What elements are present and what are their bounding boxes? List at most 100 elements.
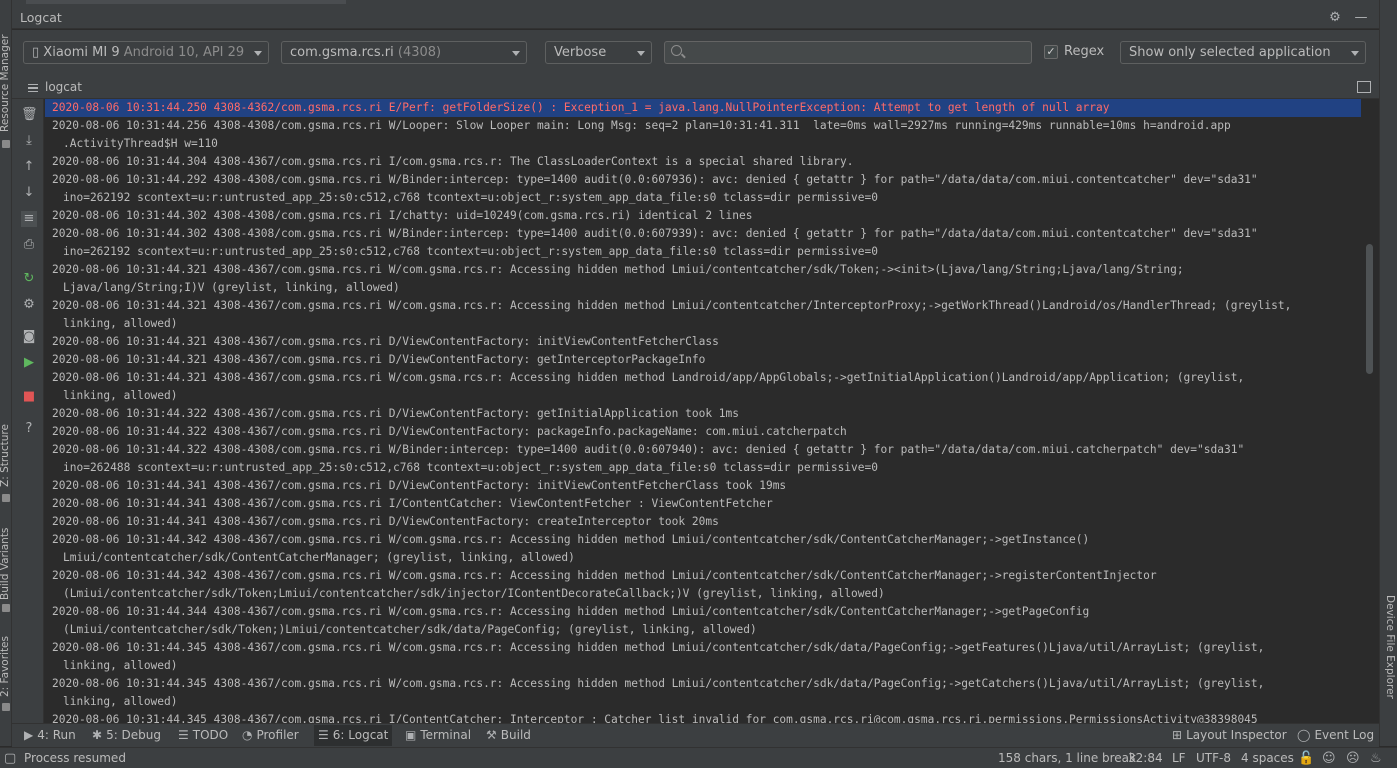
status-message: Process resumed <box>24 751 126 765</box>
log-line[interactable]: 2020-08-06 10:31:44.345 4308-4367/com.gs… <box>45 675 1361 711</box>
tool-window-profiler[interactable]: ◔ Profiler <box>242 728 299 742</box>
favorites-tab[interactable]: 2: Favorites <box>0 636 11 697</box>
todo-icon: ☰ <box>178 728 189 742</box>
log-line[interactable]: 2020-08-06 10:31:44.322 4308-4308/com.gs… <box>45 441 1361 477</box>
tool-window-run[interactable]: ▶ 4: Run <box>24 728 76 742</box>
arrow-down-icon[interactable]: ↓ <box>21 185 37 201</box>
resource-manager-tab[interactable]: Resource Manager <box>0 34 11 132</box>
device-dropdown[interactable]: ▯ Xiaomi MI 9 Android 10, API 29 <box>23 41 269 64</box>
notifications-icon[interactable]: ♨ <box>1370 751 1382 766</box>
log-line[interactable]: 2020-08-06 10:31:44.321 4308-4367/com.gs… <box>45 261 1361 297</box>
regex-checkbox[interactable]: ✓ <box>1044 45 1058 59</box>
lock-icon[interactable]: 🔓 <box>1298 751 1314 766</box>
log-line-continuation: linking, allowed) <box>63 695 178 708</box>
log-line-continuation: linking, allowed) <box>63 389 178 402</box>
tool-window-debug[interactable]: ✱ 5: Debug <box>92 728 161 742</box>
gradle-tab[interactable] <box>26 0 346 4</box>
log-line[interactable]: 2020-08-06 10:31:44.321 4308-4367/com.gs… <box>45 297 1361 333</box>
structure-tab[interactable]: Z: Structure <box>0 424 11 487</box>
log-line[interactable]: 2020-08-06 10:31:44.342 4308-4367/com.gs… <box>45 567 1361 603</box>
filter-toolbar: ▯ Xiaomi MI 9 Android 10, API 29 com.gsm… <box>12 30 1379 76</box>
indent-setting[interactable]: 4 spaces <box>1241 751 1294 765</box>
file-encoding[interactable]: UTF-8 <box>1196 751 1231 765</box>
log-line-text: 2020-08-06 10:31:44.341 4308-4367/com.gs… <box>52 497 773 510</box>
log-line[interactable]: 2020-08-06 10:31:44.321 4308-4367/com.gs… <box>45 351 1361 369</box>
log-line-text: 2020-08-06 10:31:44.250 4308-4362/com.gs… <box>52 101 1110 114</box>
app-filter-dropdown[interactable]: Show only selected application <box>1120 41 1366 64</box>
log-line[interactable]: 2020-08-06 10:31:44.250 4308-4362/com.gs… <box>45 99 1361 117</box>
settings-icon[interactable]: ⚙ <box>21 297 37 313</box>
log-line-text: 2020-08-06 10:31:44.302 4308-4308/com.gs… <box>52 209 753 222</box>
print-icon[interactable]: ⎙ <box>21 237 37 253</box>
log-line[interactable]: 2020-08-06 10:31:44.322 4308-4367/com.gs… <box>45 405 1361 423</box>
tool-window-logcat[interactable]: ☰ 6: Logcat <box>314 725 393 746</box>
logcat-subheader: logcat <box>12 76 1379 99</box>
log-line[interactable]: 2020-08-06 10:31:44.342 4308-4367/com.gs… <box>45 531 1361 567</box>
log-line[interactable]: 2020-08-06 10:31:44.256 4308-4308/com.gs… <box>45 117 1361 153</box>
profiler-icon: ◔ <box>242 728 253 742</box>
log-line[interactable]: 2020-08-06 10:31:44.292 4308-4308/com.gs… <box>45 171 1361 207</box>
log-level-dropdown[interactable]: Verbose <box>545 41 652 64</box>
clear-logcat-icon[interactable]: 🗑 <box>21 107 38 123</box>
tool-window-bar: ▶ 4: Run ✱ 5: Debug ☰ TODO ◔ Profiler ☰ 6: Lo… <box>12 723 1379 747</box>
log-level-value: Verbose <box>554 45 607 60</box>
log-line[interactable]: 2020-08-06 10:31:44.321 4308-4367/com.gs… <box>45 333 1361 351</box>
log-line-text: 2020-08-06 10:31:44.302 4308-4308/com.gs… <box>52 227 1258 240</box>
screen-record-icon[interactable]: ▶ <box>21 355 37 371</box>
logcat-output[interactable]: 2020-08-06 10:31:44.250 4308-4362/com.gs… <box>45 99 1361 723</box>
terminate-icon[interactable]: ■ <box>21 389 37 405</box>
tool-window-layout-inspector[interactable]: ⊞ Layout Inspector <box>1172 728 1287 742</box>
help-icon[interactable]: ? <box>21 421 37 437</box>
menu-icon[interactable] <box>28 84 38 92</box>
app-filter-value: Show only selected application <box>1129 45 1331 60</box>
gear-icon[interactable]: ⚙ <box>1327 10 1343 26</box>
log-line[interactable]: 2020-08-06 10:31:44.344 4308-4367/com.gs… <box>45 603 1361 639</box>
log-line[interactable]: 2020-08-06 10:31:44.304 4308-4367/com.gs… <box>45 153 1361 171</box>
toggle-tool-windows-icon[interactable]: ▢ <box>4 751 16 766</box>
panel-title: Logcat <box>20 10 62 25</box>
line-separator[interactable]: LF <box>1172 751 1186 765</box>
logcat-icon: ☰ <box>318 728 329 742</box>
log-line[interactable]: 2020-08-06 10:31:44.345 4308-4367/com.gs… <box>45 711 1361 723</box>
restart-icon[interactable]: ↻ <box>21 271 37 287</box>
log-line[interactable]: 2020-08-06 10:31:44.302 4308-4308/com.gs… <box>45 207 1361 225</box>
screenshot-icon[interactable]: ◙ <box>21 329 37 345</box>
tool-window-build[interactable]: ⚒ Build <box>486 728 531 742</box>
log-line-text: 2020-08-06 10:31:44.322 4308-4367/com.gs… <box>52 407 740 420</box>
chevron-down-icon <box>254 51 262 56</box>
smile-icon[interactable]: ☺ <box>1322 751 1336 766</box>
layout-icon[interactable] <box>1357 81 1371 93</box>
selection-info: 158 chars, 1 line break <box>998 751 1136 765</box>
log-line-continuation: linking, allowed) <box>63 317 178 330</box>
log-line[interactable]: 2020-08-06 10:31:44.322 4308-4367/com.gs… <box>45 423 1361 441</box>
search-input[interactable] <box>687 44 1027 62</box>
caret-position[interactable]: 32:84 <box>1128 751 1163 765</box>
scrollbar-thumb[interactable] <box>1366 244 1373 374</box>
frown-icon[interactable]: ☹ <box>1346 751 1360 766</box>
device-file-explorer-tab[interactable]: Device File Explorer <box>1384 595 1396 699</box>
search-box[interactable] <box>664 41 1032 64</box>
log-line[interactable]: 2020-08-06 10:31:44.321 4308-4367/com.gs… <box>45 369 1361 405</box>
log-line[interactable]: 2020-08-06 10:31:44.302 4308-4308/com.gs… <box>45 225 1361 261</box>
soft-wrap-icon[interactable]: ≡ <box>21 211 37 227</box>
arrow-up-icon[interactable]: ↑ <box>21 159 37 175</box>
log-line-text: 2020-08-06 10:31:44.342 4308-4367/com.gs… <box>52 533 1090 546</box>
device-detail: Android 10, API 29 <box>123 45 245 60</box>
tool-window-event-log[interactable]: ◯ Event Log <box>1297 728 1374 742</box>
build-variants-tab[interactable]: Build Variants <box>0 528 11 600</box>
vertical-scrollbar[interactable] <box>1361 99 1379 723</box>
scroll-to-end-icon[interactable]: ⤓ <box>21 133 37 149</box>
log-line[interactable]: 2020-08-06 10:31:44.341 4308-4367/com.gs… <box>45 477 1361 495</box>
log-line-text: 2020-08-06 10:31:44.342 4308-4367/com.gs… <box>52 569 1157 582</box>
log-line[interactable]: 2020-08-06 10:31:44.345 4308-4367/com.gs… <box>45 639 1361 675</box>
log-line[interactable]: 2020-08-06 10:31:44.341 4308-4367/com.gs… <box>45 495 1361 513</box>
log-line-text: 2020-08-06 10:31:44.321 4308-4367/com.gs… <box>52 299 1292 312</box>
layout-inspector-icon: ⊞ <box>1172 728 1183 742</box>
process-dropdown[interactable]: com.gsma.rcs.ri (4308) <box>281 41 527 64</box>
log-line-continuation: ino=262192 scontext=u:r:untrusted_app_25… <box>63 245 878 258</box>
tool-window-terminal[interactable]: ▣ Terminal <box>405 728 471 742</box>
tool-window-todo[interactable]: ☰ TODO <box>178 728 228 742</box>
structure-icon <box>2 494 10 502</box>
log-line[interactable]: 2020-08-06 10:31:44.341 4308-4367/com.gs… <box>45 513 1361 531</box>
minimize-icon[interactable]: — <box>1353 10 1369 26</box>
